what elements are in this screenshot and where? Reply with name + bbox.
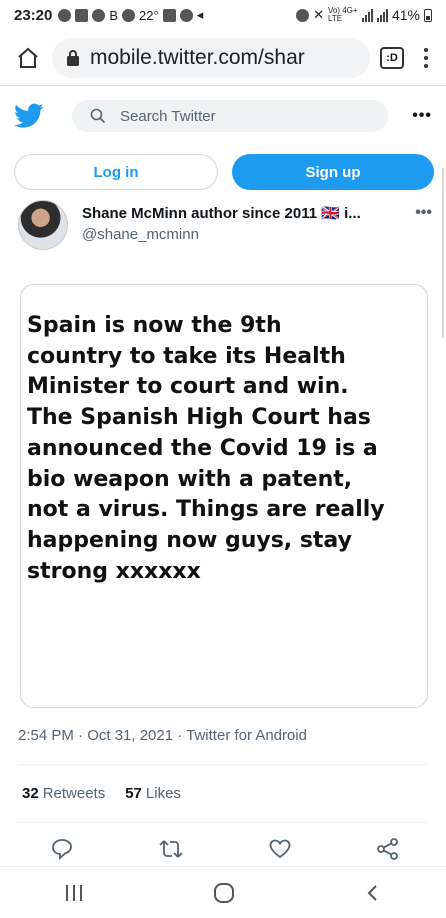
like-icon[interactable] (268, 837, 292, 861)
tweet-image-text: Spain is now the 9th country to take its… (27, 313, 385, 584)
reply-icon[interactable] (50, 837, 74, 861)
b-notification-label: B (109, 7, 119, 23)
clock: 23:20 (14, 6, 53, 24)
menu-dot (424, 63, 428, 68)
app-notification-icon (92, 8, 106, 22)
home-nav-icon[interactable] (212, 881, 236, 905)
likes-count: 57 (125, 785, 142, 802)
network-type: Vo) 4G+ LTE (327, 6, 358, 23)
home-button[interactable] (10, 40, 46, 76)
author-display-name[interactable]: Shane McMinn author since 2011 🇬🇧 i... (82, 204, 361, 222)
share-icon[interactable] (376, 837, 400, 861)
browser-toolbar: mobile.twitter.com/shar :D (0, 30, 446, 86)
retweets-label: Retweets (42, 785, 106, 802)
android-navigation-bar (0, 866, 446, 918)
alarm-icon (296, 8, 310, 22)
browser-menu-button[interactable] (416, 47, 436, 68)
back-icon[interactable] (363, 883, 383, 903)
gallery-notification-icon (75, 8, 89, 22)
auth-buttons: Log in Sign up (14, 154, 434, 192)
tweet-more-icon[interactable]: ••• (415, 200, 432, 260)
search-icon (90, 108, 106, 124)
tweet-timestamp: 2:54 PM · Oct 31, 2021 · Twitter for And… (18, 727, 308, 744)
more-options-icon[interactable]: ••• (412, 107, 432, 125)
status-bar: 23:20 B 22° ◂ ✕ Vo) 4G+ LTE 41% (0, 0, 446, 30)
likes-label: Likes (145, 785, 181, 802)
search-bar[interactable]: Search Twitter (72, 100, 388, 132)
retweet-icon[interactable] (158, 837, 184, 861)
image-icon (162, 8, 176, 22)
retweets-count: 32 (22, 785, 39, 802)
lock-icon (67, 49, 79, 66)
retweets-stat[interactable]: 32 Retweets (22, 785, 105, 802)
tweet-author: Shane McMinn author since 2011 🇬🇧 i... @… (18, 200, 432, 260)
send-icon: ◂ (196, 7, 204, 22)
battery-percent: 41% (391, 7, 420, 23)
tweet-image[interactable]: Spain is now the 9th country to take its… (20, 284, 428, 708)
tweet-actions (50, 835, 400, 863)
menu-dot (424, 55, 428, 60)
likes-stat[interactable]: 57 Likes (125, 785, 181, 802)
signal-icon-2 (376, 8, 388, 22)
temperature: 22° (139, 7, 159, 23)
notification-icon (58, 8, 72, 22)
signal-icon (361, 8, 373, 22)
search-placeholder: Search Twitter (120, 107, 216, 125)
scrollbar[interactable] (442, 168, 444, 338)
status-right: ✕ Vo) 4G+ LTE 41% (296, 7, 432, 23)
divider (18, 764, 428, 765)
twitter-bird-icon[interactable] (14, 103, 44, 129)
home-icon (18, 47, 38, 68)
tabs-button[interactable]: :D (380, 46, 404, 69)
sync-icon (179, 8, 193, 22)
address-bar[interactable]: mobile.twitter.com/shar (52, 37, 370, 78)
recent-apps-icon[interactable] (63, 883, 85, 903)
divider (18, 822, 428, 823)
signup-button[interactable]: Sign up (232, 154, 434, 190)
author-handle[interactable]: @shane_mcminn (82, 226, 361, 243)
url-text: mobile.twitter.com/shar (90, 45, 305, 69)
avatar[interactable] (18, 200, 68, 250)
login-button[interactable]: Log in (14, 154, 218, 190)
author-names: Shane McMinn author since 2011 🇬🇧 i... @… (82, 200, 361, 260)
battery-icon (424, 8, 432, 22)
mute-icon: ✕ (313, 7, 324, 22)
twitter-header: Search Twitter ••• (0, 88, 446, 144)
tweet-stats: 32 Retweets 57 Likes (22, 785, 201, 802)
weather-icon (122, 8, 136, 22)
menu-dot (424, 47, 428, 52)
